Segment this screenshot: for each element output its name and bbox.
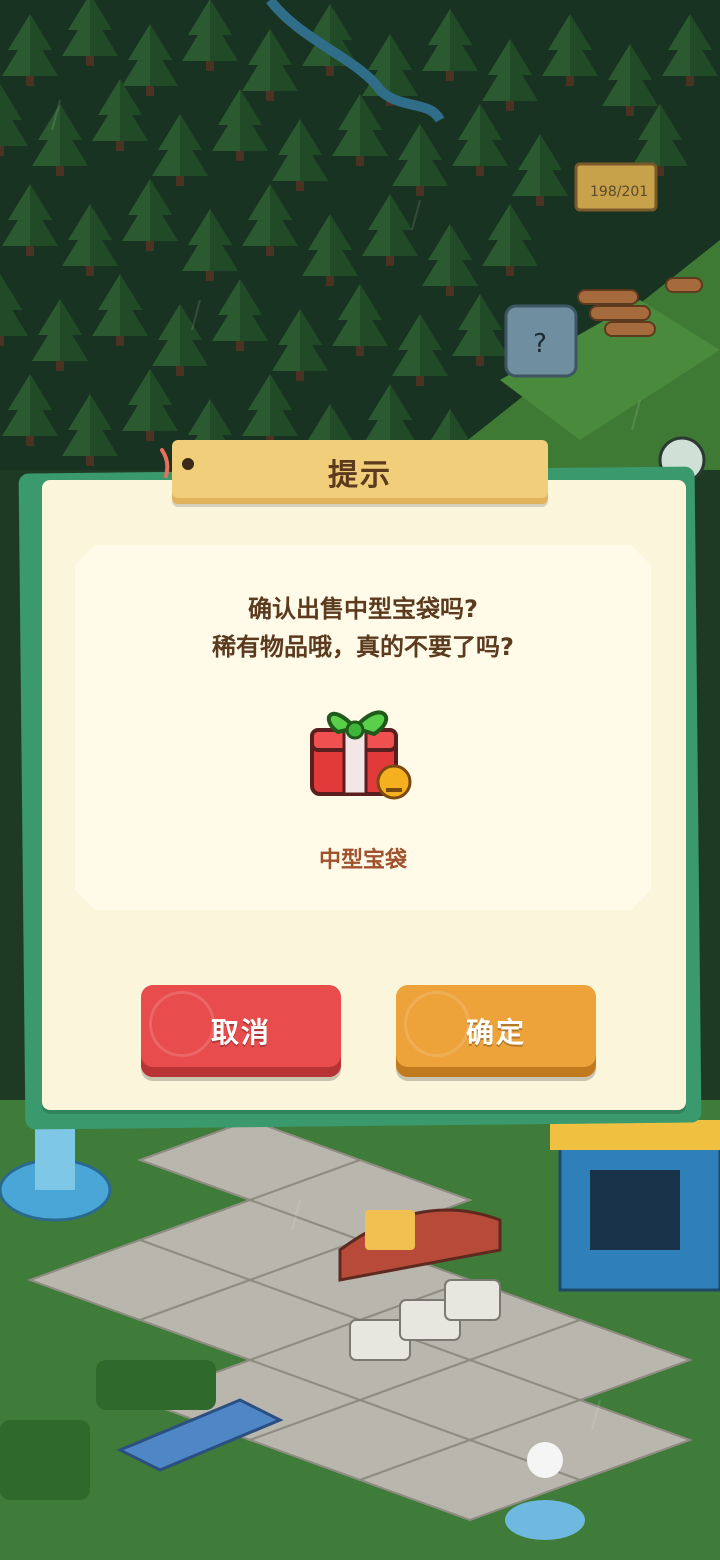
message-line-1: 确认出售中型宝袋吗? xyxy=(248,595,478,623)
dialog-title-tag: 提示 xyxy=(172,440,548,504)
gift-box-icon xyxy=(310,710,412,800)
message-line-2: 稀有物品哦，真的不要了吗? xyxy=(212,633,514,661)
resource-counter: 198/201 xyxy=(590,184,649,200)
item-name: 中型宝袋 xyxy=(318,848,407,873)
tag-hole xyxy=(182,458,194,470)
confirm-message: 确认出售中型宝袋吗? 稀有物品哦，真的不要了吗? xyxy=(75,590,651,666)
dialog-title: 提示 xyxy=(328,458,392,493)
cancel-button[interactable]: 取消 xyxy=(141,985,341,1077)
svg-text:?: ? xyxy=(533,329,547,359)
confirm-button[interactable]: 确定 xyxy=(396,985,596,1077)
